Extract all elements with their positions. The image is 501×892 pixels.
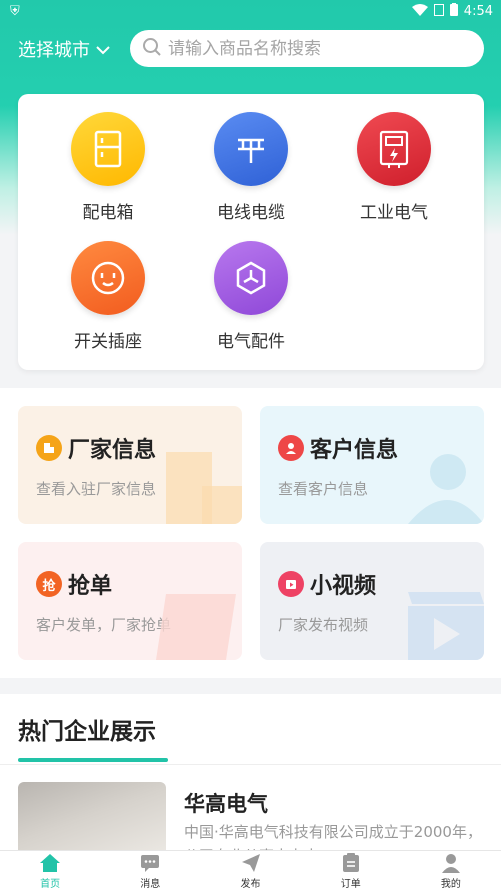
tab-profile[interactable]: 我的 [401, 851, 501, 892]
tile-subtitle: 厂家发布视频 [278, 616, 369, 634]
feature-section: 厂家信息 查看入驻厂家信息 客户信息 查看客户信息 抢 抢单 客户发单，厂家抢单… [0, 388, 501, 678]
category-label: 电气配件 [217, 332, 285, 352]
tab-publish[interactable]: 发布 [200, 851, 300, 892]
top-header: 选择城市 [0, 30, 501, 68]
order-icon [342, 853, 359, 872]
category-label: 配电箱 [82, 203, 134, 223]
socket-icon [71, 241, 145, 315]
manufacturer-info-tile[interactable]: 厂家信息 查看入驻厂家信息 [18, 406, 242, 524]
grab-decoration-icon [156, 594, 236, 660]
shield-icon: ⛨ [10, 4, 20, 19]
category-card: 配电箱 电线电缆 工业电气 开关插座 电气配件 [18, 94, 484, 370]
tab-orders[interactable]: 订单 [301, 851, 401, 892]
tile-subtitle: 客户发单，厂家抢单 [36, 616, 172, 634]
search-input[interactable] [168, 38, 458, 59]
status-bar: ⛨ 4:54 [0, 0, 501, 22]
grab-order-tile[interactable]: 抢 抢单 客户发单，厂家抢单 [18, 542, 242, 660]
tab-label: 消息 [140, 879, 161, 890]
clapperboard-decoration-icon [408, 592, 484, 660]
tab-messages[interactable]: 消息 [100, 851, 200, 892]
wifi-icon [411, 3, 428, 20]
tile-title: 小视频 [310, 574, 377, 599]
chevron-down-icon [96, 39, 110, 60]
tile-subtitle: 查看客户信息 [278, 480, 369, 498]
short-video-tile[interactable]: 小视频 厂家发布视频 [260, 542, 484, 660]
category-switch-socket[interactable]: 开关插座 [38, 241, 178, 352]
sim-icon [433, 3, 444, 20]
category-wire-cable[interactable]: 电线电缆 [181, 112, 321, 223]
building-decoration-icon [166, 452, 242, 524]
tile-subtitle: 查看入驻厂家信息 [36, 480, 157, 498]
tile-title-row: 厂家信息 [36, 432, 156, 464]
message-icon [141, 855, 160, 872]
category-label: 开关插座 [74, 332, 142, 352]
hot-companies-section: 热门企业展示 华高电气 中国·华高电气科技有限公司成立于2000年，公司专业从事… [0, 694, 501, 865]
tab-label: 发布 [240, 879, 261, 890]
tile-title-row: 客户信息 [278, 432, 398, 464]
tile-title: 厂家信息 [68, 438, 157, 463]
tile-title-row: 小视频 [278, 568, 376, 600]
city-selector[interactable]: 选择城市 [18, 36, 110, 62]
wire-icon [214, 112, 288, 186]
bottom-tab-bar: 首页 消息 发布 订单 我的 [0, 850, 501, 892]
send-icon [241, 854, 260, 872]
title-underline [18, 758, 168, 762]
category-label: 工业电气 [360, 203, 428, 223]
company-name[interactable]: 华高电气 [184, 788, 268, 818]
category-label: 电线电缆 [217, 203, 285, 223]
hexagon-icon [214, 241, 288, 315]
search-icon [142, 37, 162, 61]
customer-info-tile[interactable]: 客户信息 查看客户信息 [260, 406, 484, 524]
tab-label: 我的 [440, 879, 461, 890]
meter-icon [357, 112, 431, 186]
cabinet-icon [71, 112, 145, 186]
section-title: 热门企业展示 [18, 719, 156, 745]
customer-icon [278, 435, 304, 461]
tab-label: 首页 [40, 879, 61, 890]
divider [0, 764, 501, 765]
category-accessories[interactable]: 电气配件 [181, 241, 321, 352]
city-label: 选择城市 [18, 40, 90, 61]
grab-icon: 抢 [36, 571, 62, 597]
category-distribution-box[interactable]: 配电箱 [38, 112, 178, 223]
person-decoration-icon [408, 454, 484, 524]
tile-title: 抢单 [68, 574, 113, 599]
status-time: 4:54 [463, 4, 493, 19]
video-icon [278, 571, 304, 597]
tab-home[interactable]: 首页 [0, 851, 100, 892]
battery-icon [449, 3, 458, 20]
category-industrial[interactable]: 工业电气 [324, 112, 464, 223]
tab-label: 订单 [340, 879, 361, 890]
manufacturer-icon [36, 435, 62, 461]
tile-title-row: 抢 抢单 [36, 568, 112, 600]
user-icon [441, 854, 460, 873]
home-icon [40, 854, 61, 872]
tile-title: 客户信息 [310, 438, 399, 463]
search-box[interactable] [130, 30, 484, 67]
